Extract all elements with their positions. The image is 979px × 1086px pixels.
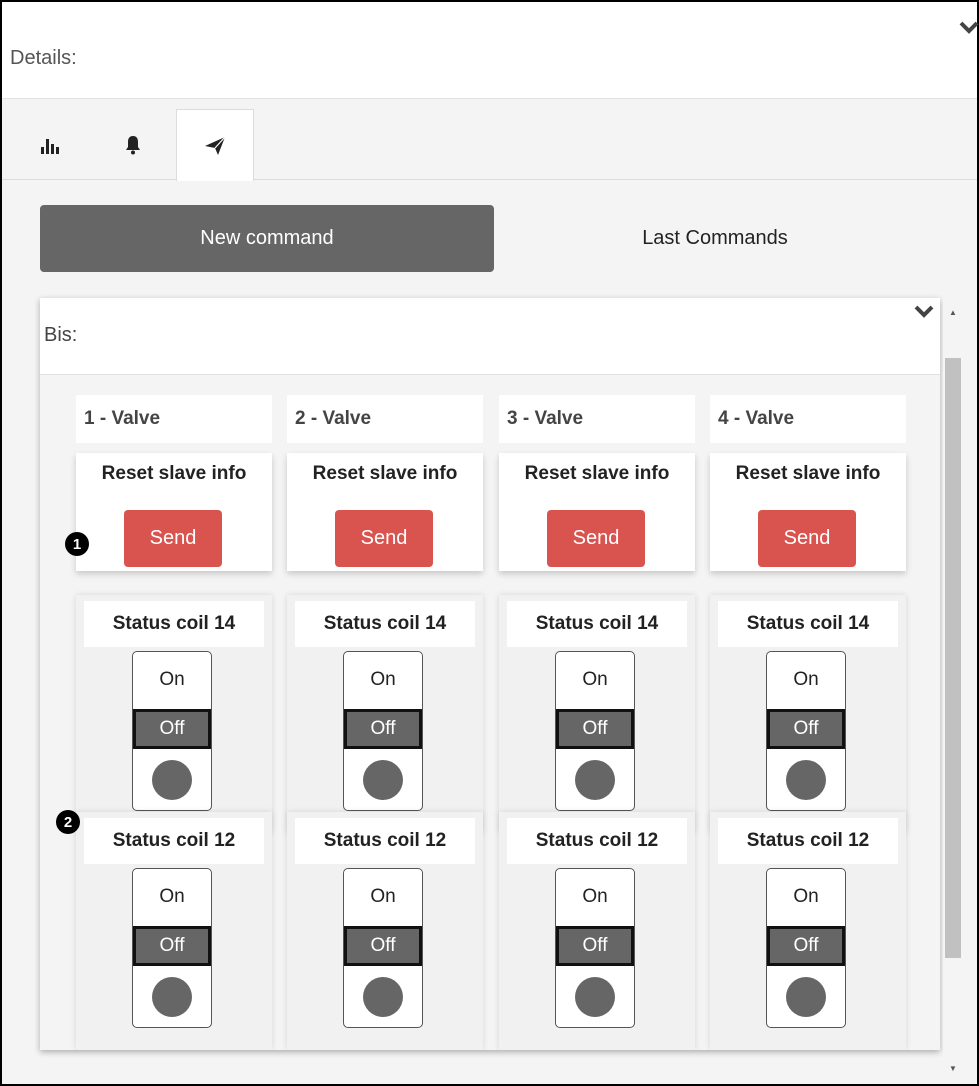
panel-title: Bis: [44,324,78,346]
chevron-down-icon[interactable] [914,304,934,320]
tab-bar [2,99,977,181]
tab-statistics[interactable] [12,111,88,179]
switch-on-option[interactable]: On [133,869,211,925]
switch-on-option[interactable]: On [133,652,211,708]
coil-label: Status coil 12 [84,818,264,864]
coil-card: Status coil 14 On Off [499,595,695,833]
details-title: Details: [10,47,77,69]
switch-off-option[interactable]: Off [344,926,422,966]
bell-icon [126,136,140,155]
send-button[interactable]: Send [124,510,222,567]
coil-card: Status coil 12 On Off [76,812,272,1050]
switch-on-option[interactable]: On [344,869,422,925]
coil-card: Status coil 12 On Off [710,812,906,1050]
send-button[interactable]: Send [547,510,645,567]
coil-toggle-switch[interactable]: On Off [555,651,635,811]
bar-chart-icon [41,139,59,154]
scrollbar[interactable]: ▲ ▼ [943,298,963,1078]
coil-toggle-switch[interactable]: On Off [132,651,212,811]
send-icon [205,136,226,155]
valve-title: 2 - Valve [287,395,483,443]
coil-label: Status coil 14 [84,601,264,647]
valve-grid: 1 - Valve Reset slave info Send Status c… [40,375,940,1050]
scroll-down-arrow-icon[interactable]: ▼ [943,1060,963,1076]
switch-on-option[interactable]: On [556,652,634,708]
switch-off-option[interactable]: Off [344,709,422,749]
scrollbar-thumb[interactable] [945,358,961,958]
switch-knob[interactable] [575,760,615,800]
send-button[interactable]: Send [758,510,856,567]
coil-label: Status coil 14 [507,601,687,647]
switch-on-option[interactable]: On [344,652,422,708]
coil-toggle-switch[interactable]: On Off [555,868,635,1028]
switch-off-option[interactable]: Off [767,709,845,749]
valve-column: 3 - Valve Reset slave info Send Status c… [499,395,695,1050]
annotation-marker: 2 [56,810,80,834]
switch-on-option[interactable]: On [556,869,634,925]
bis-panel-header[interactable]: Bis: [40,298,940,375]
details-header[interactable]: Details: [2,2,979,99]
coil-label: Status coil 14 [295,601,475,647]
command-label: Reset slave info [524,463,670,484]
coil-label: Status coil 12 [295,818,475,864]
details-window: Details: New command Last Commands Bis: … [0,0,979,1086]
command-label: Reset slave info [312,463,458,484]
coil-card: Status coil 14 On Off [287,595,483,833]
coil-label: Status coil 14 [718,601,898,647]
switch-knob[interactable] [786,977,826,1017]
switch-off-option[interactable]: Off [767,926,845,966]
bis-panel: Bis: 1 - Valve Reset slave info Send Sta… [40,298,940,1050]
command-card: Reset slave info Send [710,453,906,571]
switch-off-option[interactable]: Off [133,709,211,749]
command-label: Reset slave info [101,463,247,484]
command-label: Reset slave info [735,463,881,484]
coil-label: Status coil 12 [718,818,898,864]
command-card: Reset slave info Send [287,453,483,571]
valve-column: 2 - Valve Reset slave info Send Status c… [287,395,483,1050]
coil-toggle-switch[interactable]: On Off [132,868,212,1028]
switch-knob[interactable] [786,760,826,800]
annotation-marker: 1 [65,532,89,556]
switch-off-option[interactable]: Off [556,709,634,749]
switch-knob[interactable] [363,977,403,1017]
coil-card: Status coil 12 On Off [287,812,483,1050]
valve-title: 3 - Valve [499,395,695,443]
coil-toggle-switch[interactable]: On Off [343,651,423,811]
scroll-up-arrow-icon[interactable]: ▲ [943,304,963,320]
valve-column: 4 - Valve Reset slave info Send Status c… [710,395,906,1050]
switch-knob[interactable] [152,760,192,800]
coil-card: Status coil 14 On Off [710,595,906,833]
switch-off-option[interactable]: Off [556,926,634,966]
valve-title: 1 - Valve [76,395,272,443]
coil-card: Status coil 12 On Off [499,812,695,1050]
coil-label: Status coil 12 [507,818,687,864]
coil-toggle-switch[interactable]: On Off [766,868,846,1028]
valve-column: 1 - Valve Reset slave info Send Status c… [76,395,272,1050]
tab-commands[interactable] [176,109,254,181]
switch-knob[interactable] [575,977,615,1017]
switch-off-option[interactable]: Off [133,926,211,966]
command-card: Reset slave info Send [76,453,272,571]
coil-toggle-switch[interactable]: On Off [343,868,423,1028]
switch-knob[interactable] [152,977,192,1017]
switch-on-option[interactable]: On [767,869,845,925]
chevron-down-icon[interactable] [959,20,979,36]
command-card: Reset slave info Send [499,453,695,571]
switch-knob[interactable] [363,760,403,800]
tab-last-commands[interactable]: Last Commands [494,205,936,272]
valve-title: 4 - Valve [710,395,906,443]
tab-alarms[interactable] [95,111,171,179]
coil-card: Status coil 14 On Off [76,595,272,833]
tab-new-command[interactable]: New command [40,205,494,272]
switch-on-option[interactable]: On [767,652,845,708]
send-button[interactable]: Send [335,510,433,567]
coil-toggle-switch[interactable]: On Off [766,651,846,811]
